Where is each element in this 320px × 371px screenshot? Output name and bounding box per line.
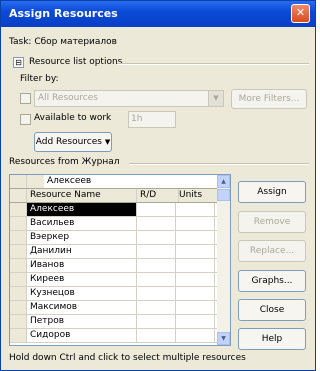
row-selector[interactable] [10,231,27,244]
resource-name-cell[interactable]: Алексеев [27,203,137,216]
assign-button[interactable]: Assign [238,181,306,203]
rd-cell[interactable] [137,273,176,286]
resources-divider [129,163,309,165]
scroll-down-icon[interactable]: ▼ [217,332,230,345]
units-cell[interactable] [176,287,215,300]
row-selector[interactable] [10,273,27,286]
units-cell[interactable] [176,245,215,258]
close-button[interactable]: Close [238,299,306,321]
row-selector[interactable] [10,301,27,314]
task-label: Task: [9,37,32,47]
rd-cell[interactable] [137,217,176,230]
filter-checkbox[interactable] [20,93,31,104]
units-cell[interactable] [176,301,215,314]
rd-cell[interactable] [137,329,176,342]
table-row[interactable]: Сидоров [10,329,217,343]
window-title: Assign Resources [9,7,118,20]
resource-name-cell[interactable]: Вэеркер [27,231,137,244]
rd-cell[interactable] [137,259,176,272]
help-button[interactable]: Help [238,328,306,350]
resource-name-cell[interactable]: Сидоров [27,329,137,342]
filter-dropdown[interactable]: All Resources ▼ [34,90,224,107]
units-cell[interactable] [176,203,215,216]
resources-from-label: Resources from Журнал [9,157,120,167]
row-selector[interactable] [10,315,27,328]
units-cell[interactable] [176,273,215,286]
table-row[interactable]: Кузнецов [10,287,217,301]
row-selector[interactable] [10,245,27,258]
graphs-button[interactable]: Graphs... [238,270,306,292]
column-header-rd[interactable]: R/D [137,189,179,202]
resource-name-cell[interactable]: Петров [27,315,137,328]
rd-cell[interactable] [137,231,176,244]
units-cell[interactable] [176,217,215,230]
collapse-options-icon[interactable]: ⊟ [13,57,24,68]
replace-button[interactable]: Replace... [238,240,306,262]
column-header-units[interactable]: Units [176,189,218,202]
more-filters-button[interactable]: More Filters... [231,89,307,109]
title-bar[interactable]: Assign Resources ✕ [1,1,315,27]
units-cell[interactable] [176,329,215,342]
table-row[interactable]: Иванов [10,259,217,273]
table-row[interactable]: Киреев [10,273,217,287]
add-resources-button[interactable]: Add Resources ▼ [34,132,112,152]
grid-edit-value[interactable]: Алексеев [44,175,218,188]
table-row[interactable]: Максимов [10,301,217,315]
chevron-down-icon: ▼ [104,138,111,146]
row-selector[interactable] [10,217,27,230]
table-row[interactable]: Васильев [10,217,217,231]
available-to-work-label: Available to work [34,113,112,123]
units-cell[interactable] [176,315,215,328]
add-resources-label: Add Resources [35,137,102,147]
table-row[interactable]: Петров [10,315,217,329]
rd-cell[interactable] [137,203,176,216]
row-selector[interactable] [10,203,27,216]
filter-dropdown-value: All Resources [38,93,98,103]
filter-by-label: Filter by: [20,74,59,84]
resource-name-cell[interactable]: Киреев [27,273,137,286]
table-row[interactable]: Вэеркер [10,231,217,245]
close-icon[interactable]: ✕ [291,4,310,23]
rd-cell[interactable] [137,245,176,258]
grid-edit-row: Алексеев [10,175,218,189]
rd-cell[interactable] [137,287,176,300]
hours-value: 1h [131,114,143,124]
resource-name-cell[interactable]: Данилин [27,245,137,258]
resources-grid[interactable]: Алексеев Resource Name R/D Units Алексее… [9,174,231,346]
table-row[interactable]: Алексеев [10,203,217,217]
table-row[interactable]: Данилин [10,245,217,259]
remove-button[interactable]: Remove [238,211,306,233]
options-divider [117,63,309,65]
grid-header-row: Resource Name R/D Units [10,189,218,203]
hours-spinner[interactable]: 1h [128,111,176,128]
resource-name-cell[interactable]: Кузнецов [27,287,137,300]
resource-name-cell[interactable]: Иванов [27,259,137,272]
rd-cell[interactable] [137,301,176,314]
row-selector[interactable] [10,259,27,272]
units-cell[interactable] [176,231,215,244]
footer-hint: Hold down Ctrl and click to select multi… [9,353,246,363]
column-header-name[interactable]: Resource Name [27,189,137,202]
chevron-down-icon: ▼ [208,91,223,106]
row-selector[interactable] [10,329,27,342]
resource-list-options-label: Resource list options [29,57,123,67]
available-to-work-checkbox[interactable] [20,114,31,125]
rd-cell[interactable] [137,315,176,328]
task-name: Сбор материалов [34,37,117,47]
grid-scrollbar[interactable]: ▲ ▼ [217,175,230,345]
resource-name-cell[interactable]: Васильев [27,217,137,230]
row-selector[interactable] [10,287,27,300]
scroll-up-icon[interactable]: ▲ [217,175,230,188]
task-line: Task: Сбор материалов [9,37,117,47]
units-cell[interactable] [176,259,215,272]
assign-resources-dialog: Assign Resources ✕ Task: Сбор материалов… [0,0,316,371]
resource-name-cell[interactable]: Максимов [27,301,137,314]
scroll-thumb[interactable] [217,189,230,201]
